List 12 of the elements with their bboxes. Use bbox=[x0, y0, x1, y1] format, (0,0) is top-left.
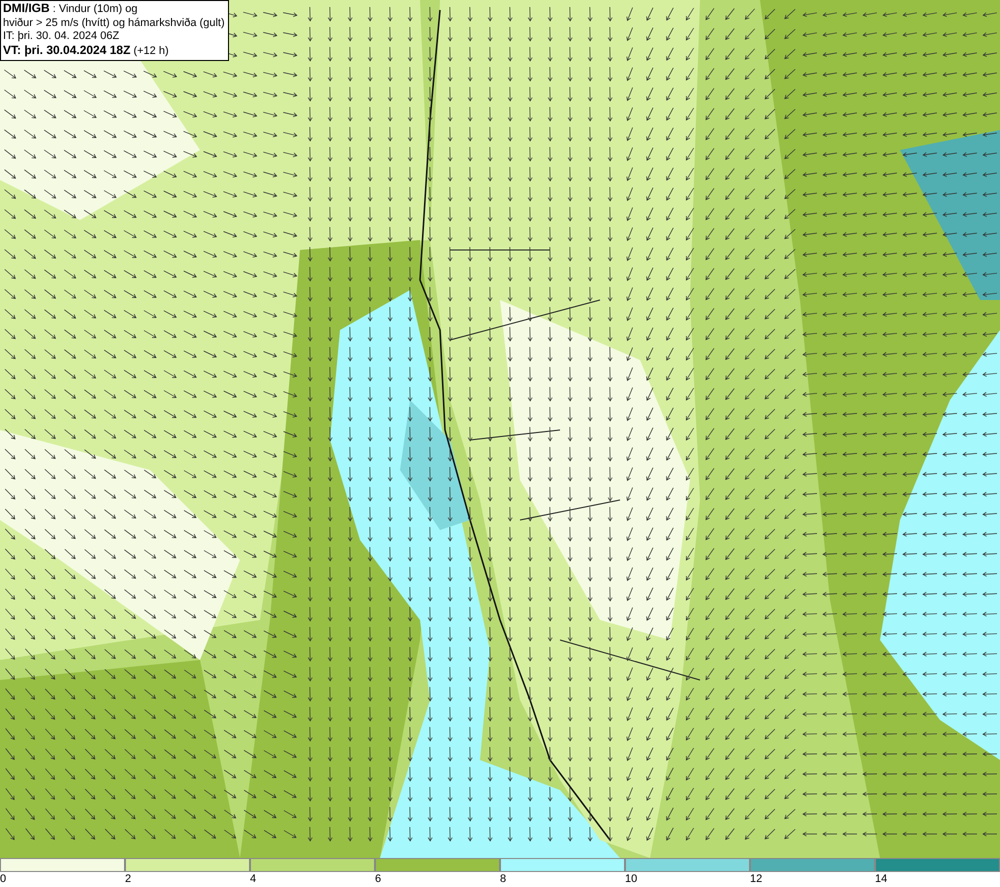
legend-label: 4 bbox=[250, 872, 256, 886]
legend-label: 12 bbox=[750, 872, 762, 886]
info-text: IT: þri. 30. 04. 2024 06Z bbox=[3, 30, 120, 44]
info-text: hviður > 25 m/s (hvítt) og hámarkshviða (gult) bbox=[3, 16, 225, 30]
legend-label: 8 bbox=[500, 872, 506, 886]
legend-label: 0 bbox=[0, 872, 6, 886]
legend-label: 6 bbox=[375, 872, 382, 886]
legend-label: 10 bbox=[625, 872, 638, 886]
info-text: DMI/IGB : Vindur (10m) og bbox=[3, 2, 139, 16]
legend-label: 2 bbox=[125, 872, 132, 886]
info-text: VT: þri. 30.04.2024 18Z (+12 h) bbox=[3, 44, 170, 58]
legend-label: 14 bbox=[875, 872, 888, 886]
